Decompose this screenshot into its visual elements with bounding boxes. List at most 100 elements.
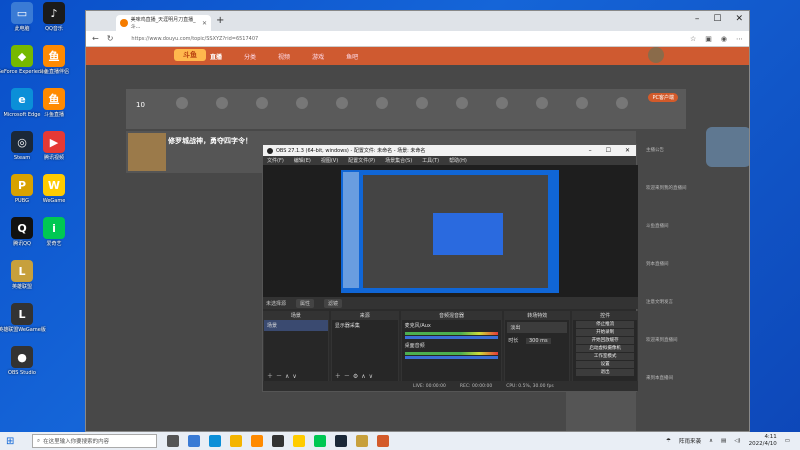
sources-controls[interactable]: ＋－⚙∧∨	[335, 371, 376, 380]
task-view-icon[interactable]	[167, 435, 179, 447]
mic-volume-slider[interactable]	[404, 336, 499, 339]
lol-taskbar-icon[interactable]	[356, 435, 368, 447]
obs-control-button[interactable]: 工作室模式	[576, 353, 635, 360]
profile-icon[interactable]: ◉	[721, 35, 727, 43]
desktop-icon[interactable]: 鱼斗鱼直播	[34, 88, 74, 118]
desktop-icon[interactable]: W WeGame	[34, 174, 74, 204]
douyu-assistant-taskbar-icon[interactable]	[377, 435, 389, 447]
filters-button[interactable]: 滤镜	[324, 298, 343, 308]
new-tab-button[interactable]: +	[216, 15, 224, 26]
steam-taskbar-icon[interactable]	[335, 435, 347, 447]
obs-control-button[interactable]: 开始录制	[576, 329, 635, 336]
task-icon[interactable]	[336, 97, 348, 109]
rank-icon[interactable]	[256, 97, 268, 109]
widgets-icon[interactable]	[188, 435, 200, 447]
obs-menu-item[interactable]: 视图(V)	[321, 157, 338, 164]
properties-button[interactable]: 属性	[296, 298, 315, 308]
taskbar-search[interactable]: ⌕ 在这里输入你要搜索的内容	[32, 434, 157, 448]
search-placeholder: 在这里输入你要搜索的内容	[43, 439, 110, 445]
collections-icon[interactable]: ▣	[705, 35, 712, 43]
weather-text[interactable]: 阵雨来袭	[679, 437, 701, 445]
game-icon[interactable]	[496, 97, 508, 109]
network-icon[interactable]: ▤	[721, 438, 726, 444]
close-button[interactable]: ✕	[735, 14, 743, 24]
record-icon[interactable]	[616, 97, 628, 109]
start-icon[interactable]: ⊞	[6, 436, 24, 447]
obs-menu-item[interactable]: 文件(F)	[267, 157, 284, 164]
obs-close-button[interactable]: ✕	[625, 147, 630, 154]
file-explorer-icon[interactable]	[230, 435, 242, 447]
controls-dock: 控件 停止推流 开始录制 开始回放缓存 启动虚拟摄像机 工作室模式 设置 退出	[572, 311, 639, 382]
obs-maximize-button[interactable]: ☐	[606, 147, 611, 154]
obs-control-button[interactable]: 设置	[576, 361, 635, 368]
browser-tab[interactable]: 美味鸡直播_天涯明月刀直播_斗... ✕	[116, 15, 211, 31]
transition-select[interactable]: 淡出	[507, 322, 568, 333]
vip-icon[interactable]	[456, 97, 468, 109]
desktop-icon[interactable]: i 爱奇艺	[34, 217, 74, 247]
stream-title: 修罗城战神，勇夺四字令！	[168, 137, 252, 145]
tab-close-icon[interactable]: ✕	[202, 20, 207, 27]
pc-client-badge[interactable]: PC客户端	[648, 93, 678, 102]
clock[interactable]: 4:11 2022/4/10	[749, 434, 777, 448]
maximize-button[interactable]: ☐	[713, 14, 721, 24]
back-icon[interactable]: ←	[92, 34, 99, 43]
gift-icon[interactable]	[176, 97, 188, 109]
obs-taskbar-icon[interactable]	[272, 435, 284, 447]
streamer-avatar[interactable]	[128, 133, 166, 171]
badge-icon[interactable]	[376, 97, 388, 109]
desktop-icon[interactable]: ♪ QQ音乐	[34, 2, 74, 32]
nav-item[interactable]: 鱼吧	[346, 52, 358, 61]
obs-preview[interactable]	[263, 165, 638, 297]
obs-logo-icon	[267, 147, 273, 154]
nav-item[interactable]: 分类	[244, 52, 256, 61]
source-item[interactable]: 显示器采集	[332, 320, 398, 331]
edge-taskbar-icon[interactable]	[209, 435, 221, 447]
desktop-icon[interactable]: ● OBS Studio	[2, 346, 42, 376]
refresh-icon[interactable]: ↻	[107, 34, 114, 43]
fans-icon[interactable]	[296, 97, 308, 109]
obs-control-button[interactable]: 开始回放缓存	[576, 337, 635, 344]
obs-docks: 场景 场景 ＋－∧∨ 来源 显示器采集 ＋－⚙∧∨ 音频混音器 麦克风/Aux …	[263, 311, 639, 382]
notifications-icon[interactable]: ▭	[785, 438, 790, 444]
scene-item[interactable]: 场景	[264, 320, 328, 331]
preview-desktop-icons	[343, 172, 359, 288]
nav-item[interactable]: 游戏	[312, 52, 324, 61]
weather-icon[interactable]: ☂	[666, 438, 671, 444]
obs-control-button[interactable]: 停止推流	[576, 321, 635, 328]
douyu-taskbar-icon[interactable]	[251, 435, 263, 447]
volume-icon[interactable]: ◁)	[734, 438, 740, 444]
obs-control-button[interactable]: 启动虚拟摄像机	[576, 345, 635, 352]
obs-menu-item[interactable]: 场景集合(S)	[385, 157, 412, 164]
obs-control-button[interactable]: 退出	[576, 369, 635, 376]
obs-menu-item[interactable]: 编辑(E)	[294, 157, 311, 164]
duration-input[interactable]: 300 ms	[525, 338, 551, 344]
minimize-button[interactable]: –	[695, 14, 700, 24]
clock-icon[interactable]	[576, 97, 588, 109]
desktop-icon[interactable]: 鱼斗鱼直播伴侣	[34, 45, 74, 75]
app-icon: ◆	[11, 45, 33, 67]
obs-menu-item[interactable]: 配置文件(P)	[348, 157, 375, 164]
nav-item[interactable]: 直播	[210, 52, 222, 61]
user-avatar[interactable]	[648, 47, 664, 63]
douyu-favicon-icon	[120, 19, 128, 27]
obs-minimize-button[interactable]: –	[589, 147, 592, 154]
tray-overflow-icon[interactable]: ∧	[709, 438, 713, 444]
audio-icon[interactable]	[216, 97, 228, 109]
iqiyi-taskbar-icon[interactable]	[314, 435, 326, 447]
more-icon[interactable]: ⋯	[736, 35, 743, 43]
wegame-taskbar-icon[interactable]	[293, 435, 305, 447]
nav-item[interactable]: 视频	[278, 52, 290, 61]
desktop-icon-label: 英雄联盟	[11, 284, 32, 290]
obs-menu-item[interactable]: 工具(T)	[422, 157, 439, 164]
share-icon[interactable]	[536, 97, 548, 109]
douyu-logo[interactable]: 斗鱼	[174, 49, 206, 61]
desktop-icon[interactable]: L 英雄联盟	[2, 260, 42, 290]
desktop-icon[interactable]: L 英雄联盟WeGame版	[0, 303, 46, 333]
desktop-volume-slider[interactable]	[404, 356, 499, 359]
favorites-icon[interactable]: ☆	[690, 35, 696, 43]
url-field[interactable]: https://www.douyu.com/topic/SSXYZ?rid=65…	[131, 36, 258, 42]
shop-icon[interactable]	[416, 97, 428, 109]
obs-menu-item[interactable]: 帮助(H)	[449, 157, 467, 164]
desktop-icon[interactable]: ▶ 腾讯视频	[34, 131, 74, 161]
scenes-controls[interactable]: ＋－∧∨	[267, 371, 300, 380]
